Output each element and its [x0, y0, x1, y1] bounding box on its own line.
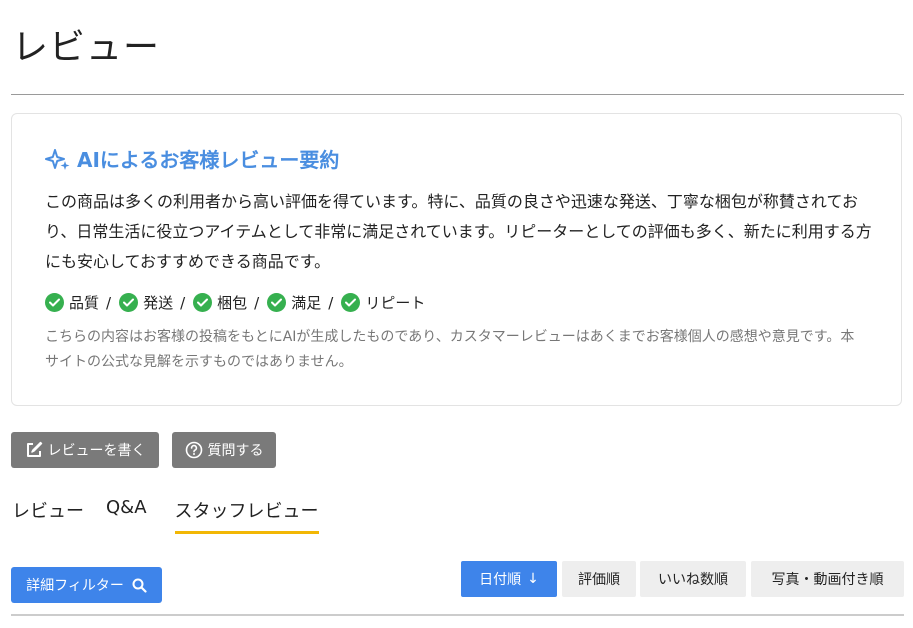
check-circle-icon: [119, 293, 139, 312]
tag-quality: 品質: [45, 292, 99, 313]
page-title: レビュー: [12, 27, 161, 68]
sort-by-rating-button[interactable]: 評価順: [562, 561, 636, 597]
tab-staff-review[interactable]: スタッフレビュー: [174, 497, 319, 534]
check-circle-icon: [193, 293, 213, 312]
summary-tags: 品質 / 発送 / 梱包 / 満足 / リピート: [45, 292, 425, 313]
tag-label: 梱包: [217, 294, 248, 312]
tag-label: リピート: [365, 294, 426, 312]
tab-qa[interactable]: Q&A: [106, 497, 147, 526]
check-circle-icon: [45, 293, 64, 312]
tag-separator: /: [106, 293, 112, 312]
sort-by-likes-button[interactable]: いいね数順: [640, 561, 746, 597]
filter-label: 詳細フィルター: [26, 578, 124, 594]
search-icon: [132, 578, 147, 593]
section-divider: [11, 614, 904, 616]
detail-filter-button[interactable]: 詳細フィルター: [11, 567, 162, 603]
ask-question-button[interactable]: 質問する: [172, 432, 276, 468]
tag-label: 品質: [69, 294, 100, 312]
tag-separator: /: [328, 293, 334, 312]
question-circle-icon: [185, 441, 203, 459]
tab-review[interactable]: レビュー: [12, 497, 84, 531]
ai-summary-text: この商品は多くの利用者から高い評価を得ています。特に、品質の良さや迅速な発送、丁…: [45, 192, 872, 271]
tag-separator: /: [254, 293, 260, 312]
sort-date-label: 日付順: [479, 572, 522, 588]
ai-summary-heading: AIによるお客様レビュー要約: [45, 144, 339, 173]
write-review-button[interactable]: レビューを書く: [11, 432, 159, 468]
tag-shipping: 発送: [119, 292, 173, 313]
title-divider: [11, 94, 904, 95]
ai-summary-card: AIによるお客様レビュー要約 この商品は多くの利用者から高い評価を得ています。特…: [11, 113, 902, 406]
reviews-page: レビュー AIによるお客様レビュー要約 この商品は多くの利用者から高い評価を得て…: [0, 0, 913, 628]
review-tabs: レビュー Q&A スタッフレビュー: [12, 497, 319, 534]
tag-packaging: 梱包: [193, 292, 247, 313]
arrow-down-icon: ↓: [527, 571, 539, 587]
tag-repeat: リピート: [341, 292, 425, 313]
sparkle-icon: [45, 147, 71, 171]
write-review-label: レビューを書く: [47, 443, 146, 459]
ai-summary-title: AIによるお客様レビュー要約: [77, 148, 340, 172]
ask-question-label: 質問する: [207, 443, 264, 459]
check-circle-icon: [267, 293, 287, 312]
edit-icon: [25, 441, 43, 459]
tag-label: 発送: [143, 294, 174, 312]
ai-disclaimer: こちらの内容はお客様の投稿をもとにAIが生成したものであり、カスタマーレビューは…: [45, 329, 855, 370]
tag-satisfaction: 満足: [267, 292, 321, 313]
sort-by-date-button[interactable]: 日付順 ↓: [461, 561, 557, 597]
check-circle-icon: [341, 293, 361, 312]
sort-by-media-button[interactable]: 写真・動画付き順: [751, 561, 904, 597]
tag-separator: /: [180, 293, 186, 312]
tag-label: 満足: [291, 294, 322, 312]
